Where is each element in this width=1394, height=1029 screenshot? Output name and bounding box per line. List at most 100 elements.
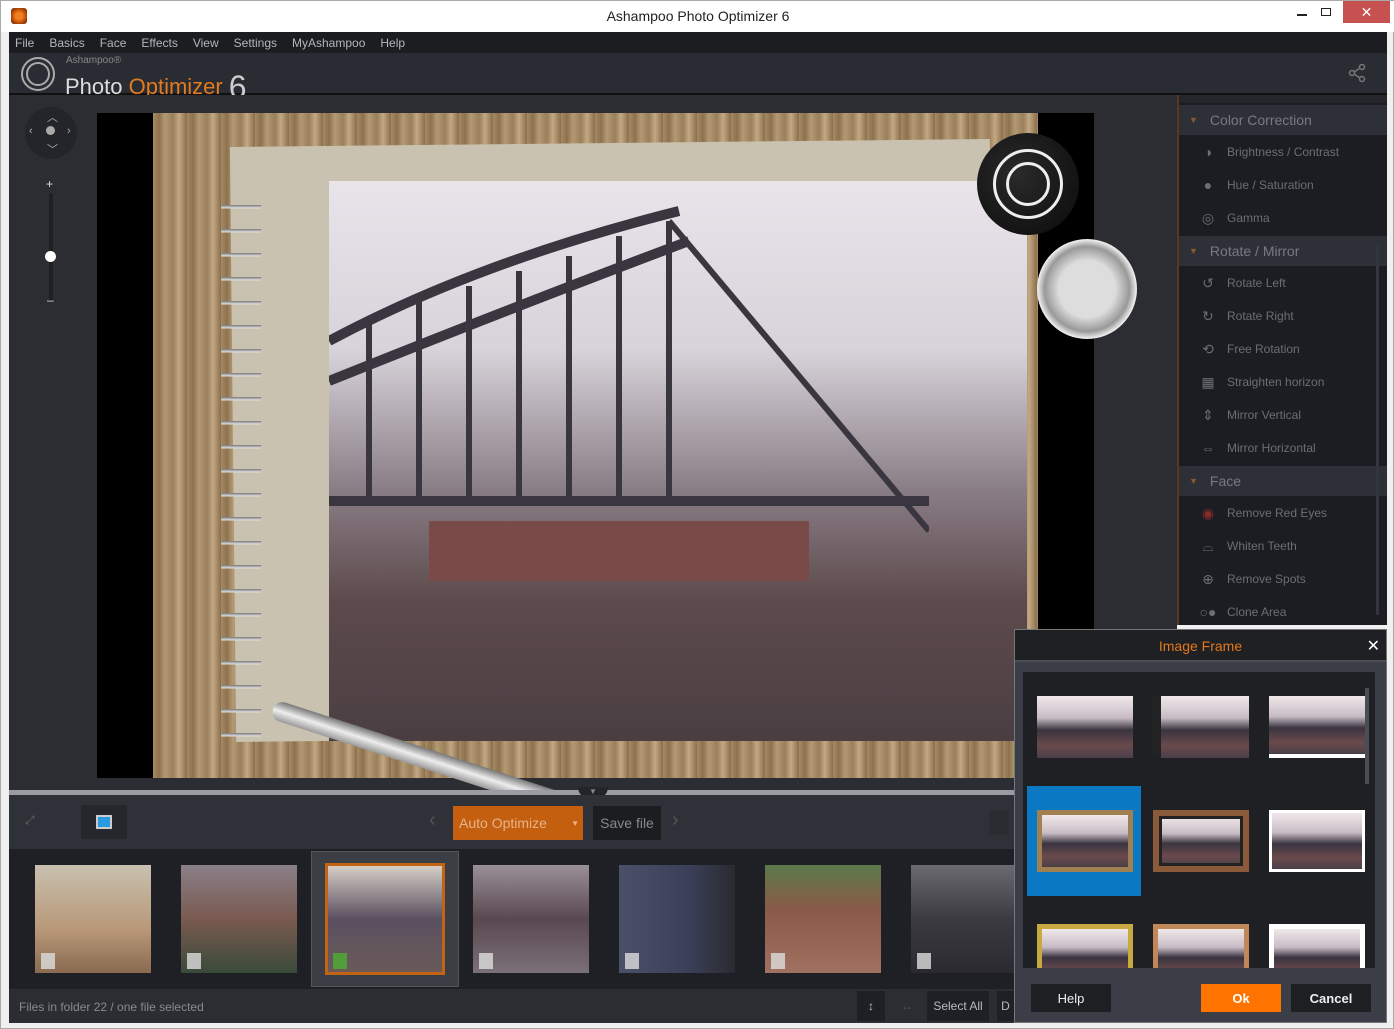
menu-face[interactable]: Face bbox=[100, 36, 127, 50]
frame-option[interactable] bbox=[1027, 900, 1141, 968]
brightness-icon: ◑ bbox=[1203, 143, 1213, 160]
photo-image bbox=[329, 181, 1027, 741]
tool-free-rotation[interactable]: ⟲ Free Rotation bbox=[1179, 332, 1387, 365]
tool-remove-spots[interactable]: ⊕ Remove Spots bbox=[1179, 562, 1387, 595]
frame-option[interactable] bbox=[1143, 786, 1257, 896]
tool-mirror-vertical[interactable]: ⇕ Mirror Vertical bbox=[1179, 398, 1387, 431]
frame-preview bbox=[1153, 924, 1249, 968]
tool-gamma[interactable]: ◎ Gamma bbox=[1179, 201, 1387, 234]
cancel-button[interactable]: Cancel bbox=[1291, 984, 1371, 1012]
frame-option[interactable] bbox=[1259, 786, 1373, 896]
tool-rotate-right[interactable]: ↻ Rotate Right bbox=[1179, 299, 1387, 332]
editor-area: ︿ ‹ › ﹀ + – bbox=[9, 95, 1177, 852]
filmstrip-thumb[interactable] bbox=[181, 865, 297, 973]
sort-vertical-button[interactable]: ↕ bbox=[857, 991, 885, 1021]
tool-label: Mirror Horizontal bbox=[1227, 440, 1316, 455]
frame-preview bbox=[1037, 810, 1133, 872]
frame-option[interactable] bbox=[1143, 900, 1257, 968]
thumb-checkbox-checked[interactable] bbox=[333, 953, 347, 969]
filmstrip-thumb[interactable] bbox=[765, 865, 881, 973]
dialog-close-icon[interactable]: ✕ bbox=[1367, 636, 1380, 656]
menu-settings[interactable]: Settings bbox=[234, 36, 277, 50]
aperture-logo-icon bbox=[21, 57, 55, 91]
close-button[interactable]: ✕ bbox=[1343, 1, 1390, 23]
section-face[interactable]: ▼ Face bbox=[1179, 466, 1387, 496]
frame-option[interactable] bbox=[1143, 672, 1257, 782]
gamma-icon: ◎ bbox=[1201, 209, 1215, 226]
section-rotate-mirror[interactable]: ▼ Rotate / Mirror bbox=[1179, 236, 1387, 266]
help-button[interactable]: Help bbox=[1031, 984, 1111, 1012]
pan-center-icon[interactable] bbox=[46, 126, 55, 135]
app-window: Ashampoo Photo Optimizer 6 ✕ File Basics… bbox=[0, 0, 1394, 1029]
thumb-checkbox[interactable] bbox=[625, 953, 639, 969]
zoom-in-icon[interactable]: + bbox=[46, 177, 53, 191]
bridge-illustration bbox=[329, 206, 929, 581]
view-mode-button[interactable] bbox=[81, 805, 127, 839]
chevron-down-icon: ▼ bbox=[1189, 476, 1198, 486]
filmstrip-thumb[interactable] bbox=[619, 865, 735, 973]
ok-button[interactable]: Ok bbox=[1201, 984, 1281, 1012]
thumb-checkbox[interactable] bbox=[771, 953, 785, 969]
zoom-out-icon[interactable]: – bbox=[47, 293, 54, 307]
filmstrip-thumb-selected[interactable] bbox=[325, 863, 445, 975]
next-image-button[interactable]: › bbox=[672, 809, 679, 832]
save-file-button[interactable]: Save file bbox=[593, 806, 661, 840]
frame-preview bbox=[1269, 924, 1365, 968]
filmstrip-thumb[interactable] bbox=[473, 865, 589, 973]
pan-up-icon[interactable]: ︿ bbox=[47, 109, 58, 125]
filmstrip-thumb[interactable] bbox=[911, 865, 1014, 973]
mirror-horizontal-icon: ⇔ bbox=[1201, 439, 1215, 456]
dropdown-arrow-icon[interactable]: ▼ bbox=[571, 819, 579, 828]
pan-down-icon[interactable]: ﹀ bbox=[47, 141, 58, 157]
thumb-checkbox[interactable] bbox=[41, 953, 55, 969]
thumb-checkbox[interactable] bbox=[479, 953, 493, 969]
menu-effects[interactable]: Effects bbox=[141, 36, 177, 50]
pan-control[interactable]: ︿ ‹ › ﹀ bbox=[25, 107, 77, 159]
menu-basics[interactable]: Basics bbox=[49, 36, 84, 50]
status-text: Files in folder 22 / one file selected bbox=[19, 1000, 204, 1014]
previous-image-button[interactable]: ‹ bbox=[429, 809, 436, 832]
zoom-slider[interactable] bbox=[49, 193, 53, 301]
tool-whiten-teeth[interactable]: ⌓ Whiten Teeth bbox=[1179, 529, 1387, 562]
view-mode-icon bbox=[96, 815, 112, 829]
maximize-icon bbox=[1321, 8, 1331, 16]
thumb-checkbox[interactable] bbox=[917, 953, 931, 969]
tool-rotate-left[interactable]: ↺ Rotate Left bbox=[1179, 266, 1387, 299]
frame-option[interactable] bbox=[1259, 900, 1373, 968]
select-all-button[interactable]: Select All bbox=[927, 991, 989, 1021]
share-icon[interactable] bbox=[1347, 63, 1367, 88]
toolbar-option-button[interactable] bbox=[989, 811, 1009, 835]
zoom-slider-thumb[interactable] bbox=[45, 251, 56, 262]
tool-label: Hue / Saturation bbox=[1227, 177, 1314, 192]
section-color-correction[interactable]: ▼ Color Correction bbox=[1179, 105, 1387, 135]
tool-label: Whiten Teeth bbox=[1227, 538, 1297, 553]
frame-option[interactable] bbox=[1259, 672, 1373, 782]
frame-option-selected[interactable] bbox=[1027, 786, 1141, 896]
tool-brightness-contrast[interactable]: ◑ Brightness / Contrast bbox=[1179, 135, 1387, 168]
sidebar-scrollbar[interactable] bbox=[1376, 245, 1379, 615]
image-canvas[interactable] bbox=[97, 113, 1137, 852]
tool-label: Mirror Vertical bbox=[1227, 407, 1302, 422]
menu-help[interactable]: Help bbox=[380, 36, 405, 50]
pan-left-icon[interactable]: ‹ bbox=[29, 125, 33, 137]
thumb-checkbox[interactable] bbox=[187, 953, 201, 969]
bottom-toolbar: ⤢ ‹ Auto Optimize ▼ Save file › bbox=[9, 795, 1014, 849]
frame-option[interactable] bbox=[1027, 672, 1141, 782]
menu-myashampoo[interactable]: MyAshampoo bbox=[292, 36, 365, 50]
tool-remove-red-eyes[interactable]: ◉ Remove Red Eyes bbox=[1179, 496, 1387, 529]
tool-clone-area[interactable]: ○● Clone Area bbox=[1179, 595, 1387, 628]
menu-view[interactable]: View bbox=[193, 36, 219, 50]
tool-straighten-horizon[interactable]: ▦ Straighten horizon bbox=[1179, 365, 1387, 398]
frame-preview bbox=[1037, 696, 1133, 758]
filmstrip-thumb[interactable] bbox=[35, 865, 151, 973]
dialog-title: Image Frame bbox=[1158, 638, 1243, 654]
auto-optimize-button[interactable]: Auto Optimize ▼ bbox=[453, 806, 583, 840]
sort-horizontal-button[interactable]: ↔ bbox=[893, 991, 921, 1021]
pan-right-icon[interactable]: › bbox=[67, 125, 71, 137]
tool-hue-saturation[interactable]: ● Hue / Saturation bbox=[1179, 168, 1387, 201]
expand-icon[interactable]: ⤢ bbox=[25, 813, 35, 828]
gallery-scrollbar[interactable] bbox=[1365, 688, 1369, 784]
menu-file[interactable]: File bbox=[15, 36, 34, 50]
tool-mirror-horizontal[interactable]: ⇔ Mirror Horizontal bbox=[1179, 431, 1387, 464]
deselect-button[interactable]: D bbox=[997, 991, 1014, 1021]
